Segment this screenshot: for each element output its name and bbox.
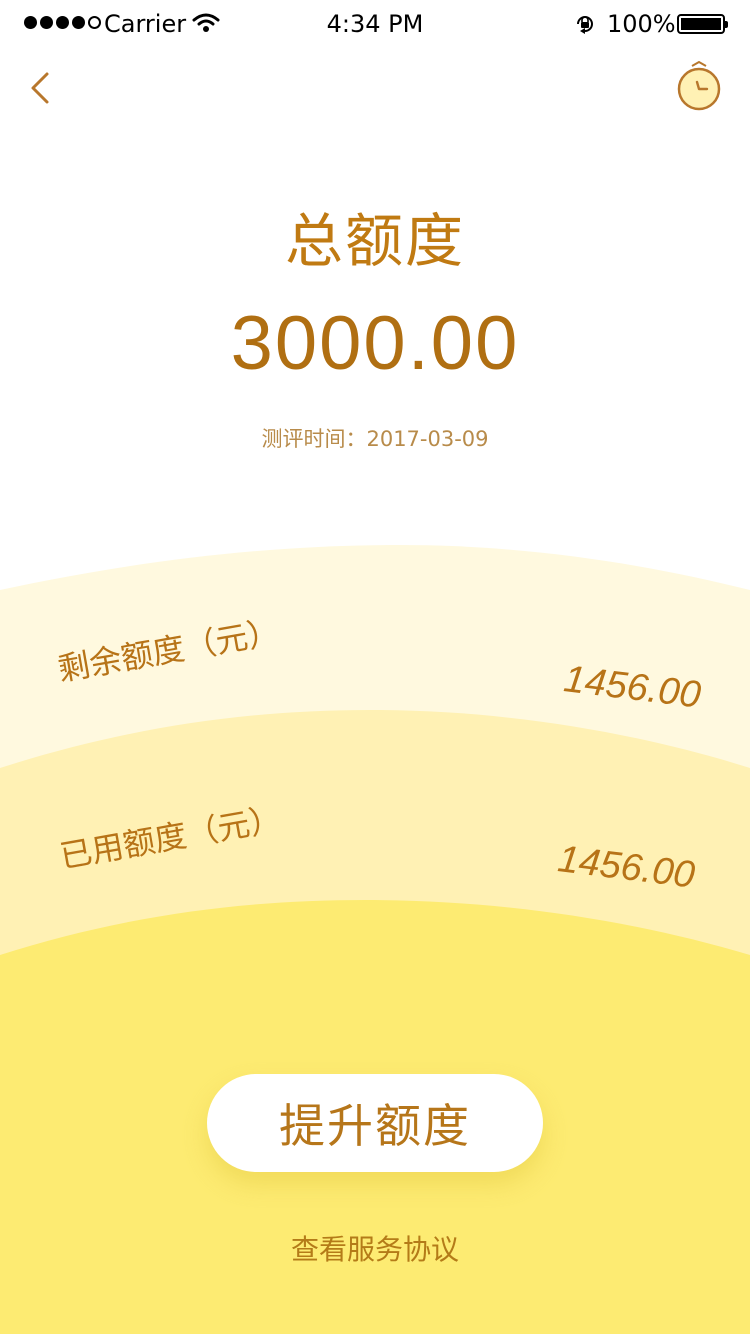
assessment-date: 2017-03-09	[366, 427, 489, 451]
assessment-date-row: 测评时间：2017-03-09	[0, 423, 750, 453]
service-agreement-link[interactable]: 查看服务协议	[0, 1228, 750, 1268]
raise-limit-button[interactable]: 提升额度	[207, 1074, 543, 1172]
back-button[interactable]	[22, 68, 62, 108]
total-credit-amount: 3000.00	[230, 301, 520, 386]
status-bar: Carrier 4:34 PM 100%	[0, 0, 750, 48]
assessment-label: 测评时间：	[261, 427, 367, 451]
chevron-left-icon	[31, 72, 49, 104]
history-button[interactable]	[676, 58, 722, 112]
credit-limit-screen: Carrier 4:34 PM 100% 总额度 3000.00 测评时间：20…	[0, 0, 750, 1334]
battery-fill	[681, 18, 721, 30]
page-title: 总额度	[284, 207, 465, 275]
clock-icon	[677, 60, 721, 111]
battery-icon	[677, 14, 728, 34]
rotation-lock-icon	[577, 16, 593, 34]
battery-percentage: 100%	[607, 10, 676, 38]
